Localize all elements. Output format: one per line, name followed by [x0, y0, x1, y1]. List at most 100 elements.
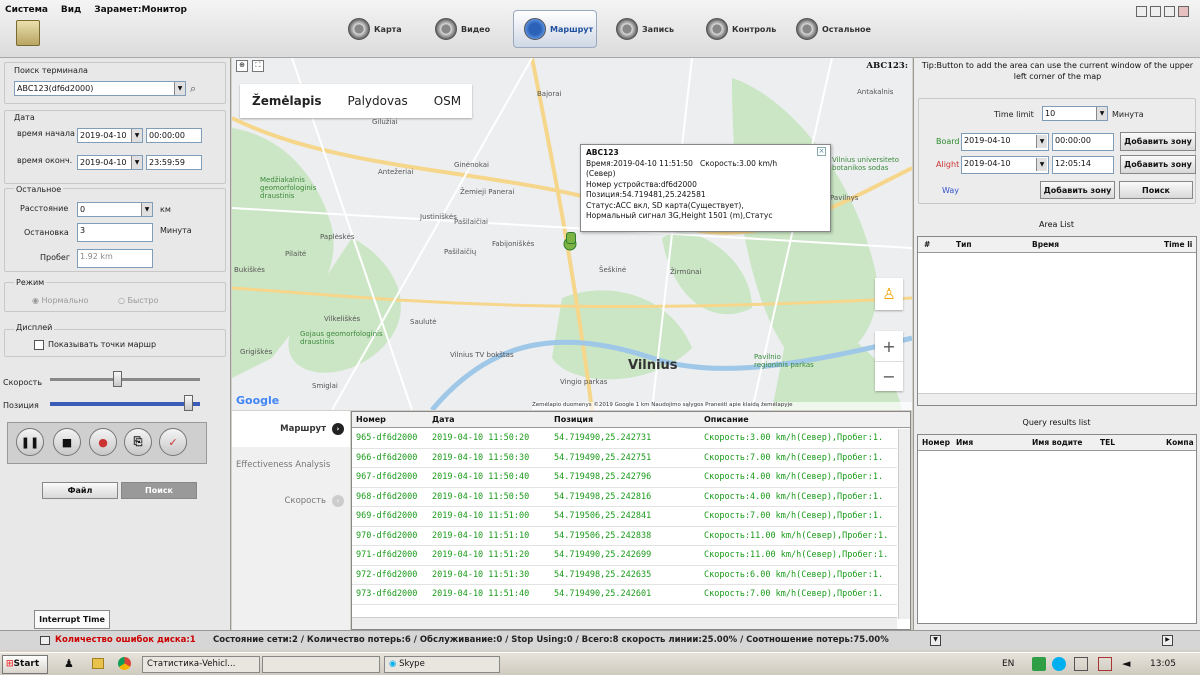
window-pin-icon[interactable]: [1136, 6, 1147, 17]
add-zone-board-button[interactable]: Добавить зону: [1120, 132, 1196, 151]
zoom-in-icon[interactable]: +: [875, 331, 903, 361]
add-zone-button[interactable]: Добавить зону: [1040, 181, 1115, 199]
chevron-down-icon[interactable]: ▼: [930, 635, 941, 646]
table-row[interactable]: 968-df6d2000 2019-04-10 11:50:50 54.719498…: [352, 488, 897, 507]
chevron-down-icon[interactable]: ▼: [1096, 107, 1107, 120]
tab-speed[interactable]: Скорость ›: [232, 483, 350, 519]
tab-palydovas[interactable]: Palydovas: [348, 94, 408, 108]
chevron-down-icon[interactable]: ▼: [131, 156, 142, 169]
query-col-driver[interactable]: Имя водите: [1032, 438, 1082, 447]
stop-input[interactable]: 3: [77, 223, 153, 242]
stop-icon[interactable]: ■: [53, 428, 81, 456]
mode-normal-radio[interactable]: ◉ Нормально: [32, 296, 88, 305]
area-col-timelimit[interactable]: Time li: [1164, 240, 1192, 249]
export-icon[interactable]: ⎘: [124, 428, 152, 456]
table-row[interactable]: 972-df6d2000 2019-04-10 11:51:30 54.719498…: [352, 566, 897, 585]
tab-effectiveness[interactable]: Effectiveness Analysis: [232, 447, 350, 483]
table-row[interactable]: 973-df6d2000 2019-04-10 11:51:40 54.719490…: [352, 585, 897, 605]
tray-app-icon[interactable]: [1032, 657, 1046, 671]
table-row[interactable]: 967-df6d2000 2019-04-10 11:50:40 54.719498…: [352, 468, 897, 488]
map-view[interactable]: ⊕ ⛶ ABC123: Žemėlapis Palydovas OSM Bajo…: [232, 58, 912, 410]
tray-security-icon[interactable]: [1098, 657, 1112, 671]
query-col-tel[interactable]: TEL: [1100, 438, 1115, 447]
taskbar-task-app[interactable]: [262, 656, 380, 673]
record-icon[interactable]: ●: [89, 428, 117, 456]
board-time-input[interactable]: 00:00:00: [1052, 133, 1114, 151]
pause-icon[interactable]: ❚❚: [16, 428, 44, 456]
interrupt-time-tab[interactable]: Interrupt Time: [34, 610, 110, 629]
add-zone-alight-button[interactable]: Добавить зону: [1120, 155, 1196, 174]
table-row[interactable]: 965-df6d2000 2019-04-10 11:50:20 54.719490…: [352, 429, 897, 449]
clear-icon[interactable]: ✓: [159, 428, 187, 456]
nav-record-button[interactable]: Запись: [606, 10, 684, 48]
menu-system[interactable]: Система: [5, 5, 48, 15]
alight-time-input[interactable]: 12:05:14: [1052, 156, 1114, 174]
nav-video-button[interactable]: Видео: [425, 10, 500, 48]
speed-slider[interactable]: [50, 378, 200, 381]
user-icon[interactable]: ♟: [64, 657, 74, 670]
vehicle-marker-icon[interactable]: [566, 232, 576, 244]
col-position[interactable]: Позиция: [554, 415, 593, 424]
volume-icon[interactable]: ◄: [1122, 657, 1130, 670]
end-time-input[interactable]: 23:59:59: [146, 155, 202, 170]
table-hscrollbar[interactable]: [352, 617, 897, 629]
folder-icon[interactable]: [92, 658, 104, 669]
col-description[interactable]: Описание: [704, 415, 749, 424]
position-slider-handle[interactable]: [184, 395, 193, 411]
table-row[interactable]: 970-df6d2000 2019-04-10 11:51:10 54.719506…: [352, 527, 897, 546]
zoom-out-icon[interactable]: −: [875, 361, 903, 391]
tab-zemelapis[interactable]: Žemėlapis: [252, 94, 322, 108]
mode-fast-radio[interactable]: ○ Быстро: [118, 296, 158, 305]
area-col-type[interactable]: Тип: [956, 240, 972, 249]
table-row[interactable]: 966-df6d2000 2019-04-10 11:50:30 54.719490…: [352, 449, 897, 468]
language-indicator[interactable]: EN: [1002, 659, 1014, 669]
window-maximize-icon[interactable]: [1164, 6, 1175, 17]
tray-network-icon[interactable]: [1074, 657, 1088, 671]
chevron-down-icon[interactable]: ▼: [1036, 158, 1047, 171]
search-button[interactable]: Поиск: [1119, 181, 1193, 199]
tab-route[interactable]: Маршрут ›: [232, 411, 350, 447]
street-view-icon[interactable]: ♙: [875, 278, 903, 310]
table-vscrollbar[interactable]: [898, 429, 910, 619]
menu-view[interactable]: Вид: [61, 5, 81, 15]
taskbar-task-statistics[interactable]: Статистика-Vehicl...: [142, 656, 260, 673]
table-row[interactable]: 969-df6d2000 2019-04-10 11:51:00 54.719506…: [352, 507, 897, 527]
area-col-time[interactable]: Время: [1032, 240, 1059, 249]
area-col-index[interactable]: #: [924, 240, 930, 249]
fullscreen-icon[interactable]: ⛶: [252, 60, 264, 72]
chrome-icon[interactable]: [118, 657, 131, 670]
nav-other-button[interactable]: Остальное: [786, 10, 881, 48]
area-hscrollbar[interactable]: [918, 393, 1196, 405]
close-icon[interactable]: ×: [817, 147, 826, 156]
tray-skype-icon[interactable]: [1052, 657, 1066, 671]
menu-params[interactable]: Зарамет:Монитор: [94, 5, 187, 15]
position-slider[interactable]: [50, 402, 200, 406]
col-number[interactable]: Номер: [356, 415, 386, 424]
speed-slider-handle[interactable]: [113, 371, 122, 387]
query-col-name[interactable]: Имя: [956, 438, 973, 447]
window-minimize-icon[interactable]: [1150, 6, 1161, 17]
chevron-down-icon[interactable]: ▼: [1036, 135, 1047, 148]
query-col-company[interactable]: Компа: [1166, 438, 1194, 447]
query-col-number[interactable]: Номер: [922, 438, 950, 447]
zoom-area-icon[interactable]: ⊕: [236, 60, 248, 72]
show-points-checkbox[interactable]: [34, 340, 44, 350]
chevron-right-icon[interactable]: ▶: [1162, 635, 1173, 646]
terminal-select[interactable]: ABC123(df6d2000): [14, 81, 186, 96]
search-icon[interactable]: ⌕: [190, 82, 196, 96]
col-date[interactable]: Дата: [432, 415, 455, 424]
taskbar-task-skype[interactable]: ◉ Skype: [384, 656, 500, 673]
chevron-down-icon[interactable]: ▼: [141, 203, 152, 216]
start-button[interactable]: ⊞Start: [2, 655, 48, 674]
start-time-input[interactable]: 00:00:00: [146, 128, 202, 143]
chevron-down-icon[interactable]: ▼: [131, 129, 142, 142]
nav-control-button[interactable]: Контроль: [696, 10, 786, 48]
tab-osm[interactable]: OSM: [434, 94, 461, 108]
chevron-down-icon[interactable]: ▼: [174, 82, 185, 95]
search-button[interactable]: Поиск: [121, 482, 197, 499]
file-button[interactable]: Файл: [42, 482, 118, 499]
table-row[interactable]: 971-df6d2000 2019-04-10 11:51:20 54.719490…: [352, 546, 897, 566]
nav-route-button[interactable]: Маршрут: [513, 10, 597, 48]
window-close-icon[interactable]: [1178, 6, 1189, 17]
nav-map-button[interactable]: Карта: [338, 10, 412, 48]
